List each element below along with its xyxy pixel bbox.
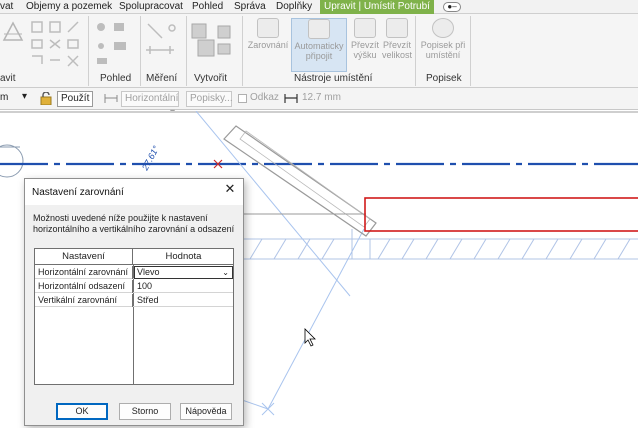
construction-line	[267, 228, 365, 410]
ribbon-tab-bar: vat Objemy a pozemek Spolupracovat Pohle…	[0, 0, 638, 14]
tab-collaborate[interactable]: Spolupracovat	[119, 0, 183, 14]
grid-bubble-icon	[0, 144, 24, 178]
alignment-settings-dialog: Nastavení zarovnání ✕ Možnosti uvedené n…	[24, 178, 244, 426]
tab-modify-place-pipe[interactable]: Upravit | Umístit Potrubí	[320, 0, 434, 14]
panel-label-placement-tools: Nástroje umístění	[294, 73, 373, 84]
cancel-button[interactable]: Storno	[119, 403, 171, 420]
table-header: Nastavení Hodnota	[35, 249, 233, 265]
construction-marker	[261, 402, 275, 416]
inherit-size-icon	[386, 18, 408, 38]
options-bar-fragment: m	[0, 92, 9, 103]
tab-addins[interactable]: Doplňky	[276, 0, 312, 14]
offset-label: Odkaz	[250, 92, 279, 103]
panel-divider	[88, 16, 89, 86]
row-name-horizontal-offset: Horizontální odsazení	[35, 280, 133, 293]
inherit-elevation-icon	[354, 18, 376, 38]
column-header-setting: Nastavení	[35, 249, 133, 265]
panel-label-modify: avit	[0, 73, 16, 84]
create-tools-icons[interactable]	[190, 20, 236, 68]
ribbon-more-icon[interactable]: ●–	[443, 2, 461, 12]
panel-label-measure: Měření	[146, 73, 178, 84]
settings-table: Nastavení Hodnota Horizontální zarovnání…	[34, 248, 234, 385]
tab-modify[interactable]: vat	[0, 0, 13, 14]
row-name-vertical-alignment: Vertikální zarovnání	[35, 294, 133, 307]
panel-label-tag: Popisek	[426, 73, 462, 84]
dialog-title: Nastavení zarovnání	[32, 187, 124, 198]
tab-view[interactable]: Pohled	[192, 0, 223, 14]
tag-icon	[432, 18, 454, 38]
tab-massing-site[interactable]: Objemy a pozemek	[26, 0, 112, 14]
panel-label-view: Pohled	[100, 73, 132, 84]
panel-divider	[415, 16, 416, 86]
selected-pipe[interactable]	[364, 197, 638, 232]
inherit-elevation-button[interactable]: Převzít výšku	[349, 18, 381, 70]
offset-checkbox[interactable]	[238, 94, 247, 103]
tags-button[interactable]: Popisky...	[186, 91, 233, 107]
row-name-horizontal-alignment: Horizontální zarovnání	[35, 266, 133, 279]
measure-tools-icons[interactable]	[144, 20, 182, 68]
close-icon[interactable]: ✕	[223, 182, 237, 196]
length-icon	[284, 93, 298, 104]
column-header-value: Hodnota	[165, 251, 202, 262]
dialog-description: Možnosti uvedené níže použijte k nastave…	[33, 213, 235, 234]
angled-pipe-edge	[239, 130, 371, 228]
help-button[interactable]: Nápověda	[180, 403, 232, 420]
panel-label-create: Vytvořit	[194, 73, 227, 84]
justification-icon	[257, 18, 279, 38]
justification-button[interactable]: Zarovnání	[246, 18, 290, 70]
panel-divider	[470, 16, 471, 86]
panel-divider	[242, 16, 243, 86]
automatically-connect-button[interactable]: Automaticky připojit	[291, 18, 347, 72]
table-row: Horizontální odsazení 100	[35, 280, 233, 293]
ribbon-panel-area: avit Pohled Měření Vytvořit Zarovnání Au…	[0, 14, 638, 88]
angle-label: 27.61°	[139, 144, 161, 173]
apply-button[interactable]: Použít	[57, 91, 94, 107]
options-bar: m ▾ Použít Horizontální▾ Popisky... Odka…	[0, 88, 638, 118]
lock-icon[interactable]	[40, 91, 52, 106]
table-row: Horizontální zarovnání Vlevo ⌄	[35, 266, 233, 279]
vertical-alignment-value[interactable]: Střed	[134, 294, 233, 307]
horizontal-dropdown[interactable]: Horizontální▾	[121, 91, 179, 118]
chevron-down-icon[interactable]: ⌄	[222, 267, 229, 278]
align-tool-icon[interactable]	[2, 20, 24, 42]
inherit-size-button[interactable]: Převzít velikost	[381, 18, 413, 70]
table-row: Vertikální zarovnání Střed	[35, 294, 233, 307]
panel-divider	[140, 16, 141, 86]
options-dropdown-arrow-icon[interactable]: ▾	[22, 91, 27, 102]
mouse-cursor-icon	[304, 328, 316, 347]
horizontal-offset-value[interactable]: 100	[134, 280, 233, 293]
view-tools-icons[interactable]	[94, 20, 134, 68]
modify-small-icons[interactable]	[30, 20, 86, 70]
hatch-pattern	[249, 238, 631, 260]
dialog-body: Možnosti uvedené níže použijte k nastave…	[25, 205, 243, 425]
tab-manage[interactable]: Správa	[234, 0, 266, 14]
horizontal-alignment-icon	[104, 93, 118, 104]
auto-connect-icon	[308, 19, 330, 39]
horizontal-alignment-select[interactable]: Vlevo ⌄	[134, 266, 233, 279]
length-value: 12.7 mm	[302, 92, 341, 103]
tag-on-placement-button[interactable]: Popisek při umístění	[418, 18, 468, 70]
panel-divider	[186, 16, 187, 86]
ok-button[interactable]: OK	[56, 403, 108, 420]
